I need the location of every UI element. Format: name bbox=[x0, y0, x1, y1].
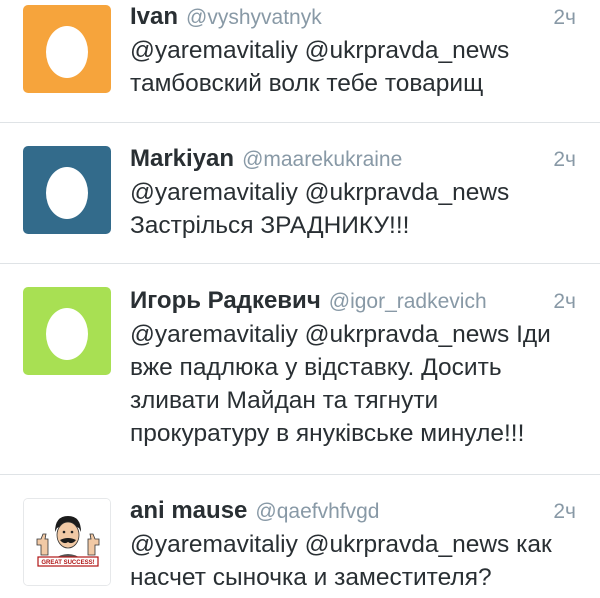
tweet-item[interactable]: Markiyan @maarekukraine 2ч @yaremavitaliy… bbox=[0, 123, 600, 263]
avatar[interactable] bbox=[23, 5, 111, 93]
tweet-item[interactable]: Игорь Радкевич @igor_radkevich 2ч @yarema… bbox=[0, 264, 600, 474]
default-egg-icon bbox=[23, 146, 111, 234]
tweet-item[interactable]: Ivan @vyshyvatnyk 2ч @yaremavitaliy @ukrp… bbox=[0, 0, 600, 122]
tweet-item[interactable]: GREAT SUCCESS! ani mause @qaefvhfvgd 2ч @… bbox=[0, 475, 600, 598]
user-name[interactable]: Ivan @vyshyvatnyk bbox=[130, 3, 322, 32]
cartoon-man-thumbs-up-icon: GREAT SUCCESS! bbox=[24, 499, 110, 585]
user-name[interactable]: Игорь Радкевич @igor_radkevich bbox=[130, 287, 487, 316]
avatar[interactable] bbox=[23, 287, 111, 375]
user-handle[interactable]: @maarekukraine bbox=[242, 148, 402, 171]
svg-text:GREAT SUCCESS!: GREAT SUCCESS! bbox=[41, 560, 94, 566]
user-name[interactable]: ani mause @qaefvhfvgd bbox=[130, 497, 379, 526]
default-egg-icon bbox=[23, 5, 111, 93]
avatar[interactable] bbox=[23, 146, 111, 234]
tweet-timestamp: 2ч bbox=[553, 148, 576, 171]
tweet-text: @yaremavitaliy @ukrpravda_news как насче… bbox=[130, 531, 552, 591]
user-handle[interactable]: @qaefvhfvgd bbox=[255, 500, 379, 523]
tweet-timestamp: 2ч bbox=[553, 500, 576, 523]
avatar[interactable]: GREAT SUCCESS! bbox=[23, 498, 111, 586]
tweet-timestamp: 2ч bbox=[553, 290, 576, 313]
tweet-text: @yaremavitaliy @ukrpravda_news Застрільс… bbox=[130, 179, 510, 239]
user-name[interactable]: Markiyan @maarekukraine bbox=[130, 145, 402, 174]
tweet-text: @yaremavitaliy @ukrpravda_news тамбовски… bbox=[130, 37, 510, 97]
tweet-timestamp: 2ч bbox=[553, 6, 576, 29]
user-handle[interactable]: @igor_radkevich bbox=[329, 290, 487, 313]
user-handle[interactable]: @vyshyvatnyk bbox=[186, 6, 322, 29]
tweet-timeline: Ivan @vyshyvatnyk 2ч @yaremavitaliy @ukrp… bbox=[0, 0, 600, 598]
default-egg-icon bbox=[23, 287, 111, 375]
tweet-text: @yaremavitaliy @ukrpravda_news Іди вже п… bbox=[130, 321, 551, 447]
